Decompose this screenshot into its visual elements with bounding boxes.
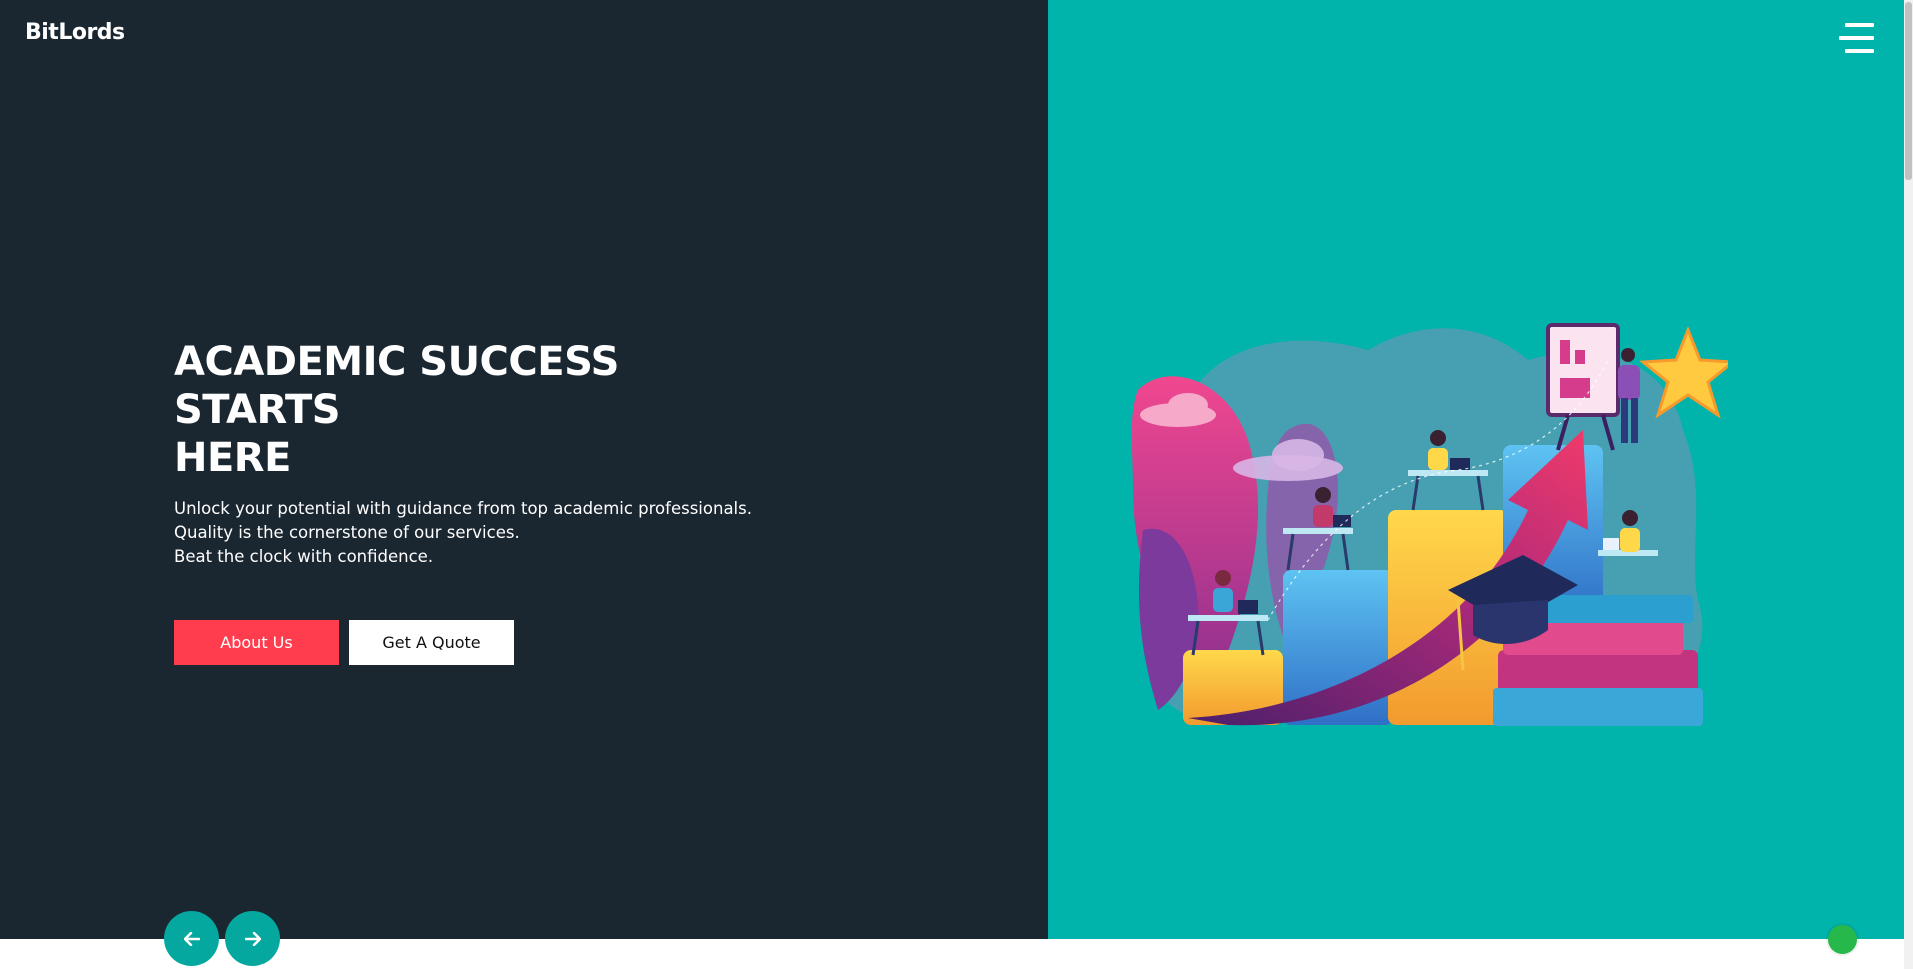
hero-description: Unlock your potential with guidance from…	[174, 497, 752, 569]
page: BitLords ACADEMIC SUCCESS STARTS HERE Un…	[0, 0, 1913, 969]
hero-title-line: STARTS	[174, 387, 341, 433]
academic-growth-illustration	[1131, 323, 1728, 726]
chat-widget-button[interactable]	[1828, 925, 1857, 954]
slider-next-button[interactable]	[225, 911, 280, 966]
site-logo[interactable]: BitLords	[25, 20, 125, 45]
hero-description-line: Unlock your potential with guidance from…	[174, 499, 752, 518]
hero-title-line: HERE	[174, 435, 291, 481]
hero-description-line: Quality is the cornerstone of our servic…	[174, 523, 520, 542]
hero-title: ACADEMIC SUCCESS STARTS HERE	[174, 338, 619, 482]
get-a-quote-button[interactable]: Get A Quote	[349, 620, 514, 665]
page-scrollbar[interactable]	[1904, 0, 1913, 969]
hero-description-line: Beat the clock with confidence.	[174, 547, 434, 566]
hero-title-line: ACADEMIC SUCCESS	[174, 339, 619, 385]
slider-prev-button[interactable]	[164, 911, 219, 966]
hamburger-menu-icon[interactable]	[1838, 23, 1874, 53]
scrollbar-thumb[interactable]	[1905, 2, 1912, 180]
arrow-left-icon	[183, 931, 200, 946]
about-us-button[interactable]: About Us	[174, 620, 339, 665]
arrow-right-icon	[244, 931, 261, 946]
